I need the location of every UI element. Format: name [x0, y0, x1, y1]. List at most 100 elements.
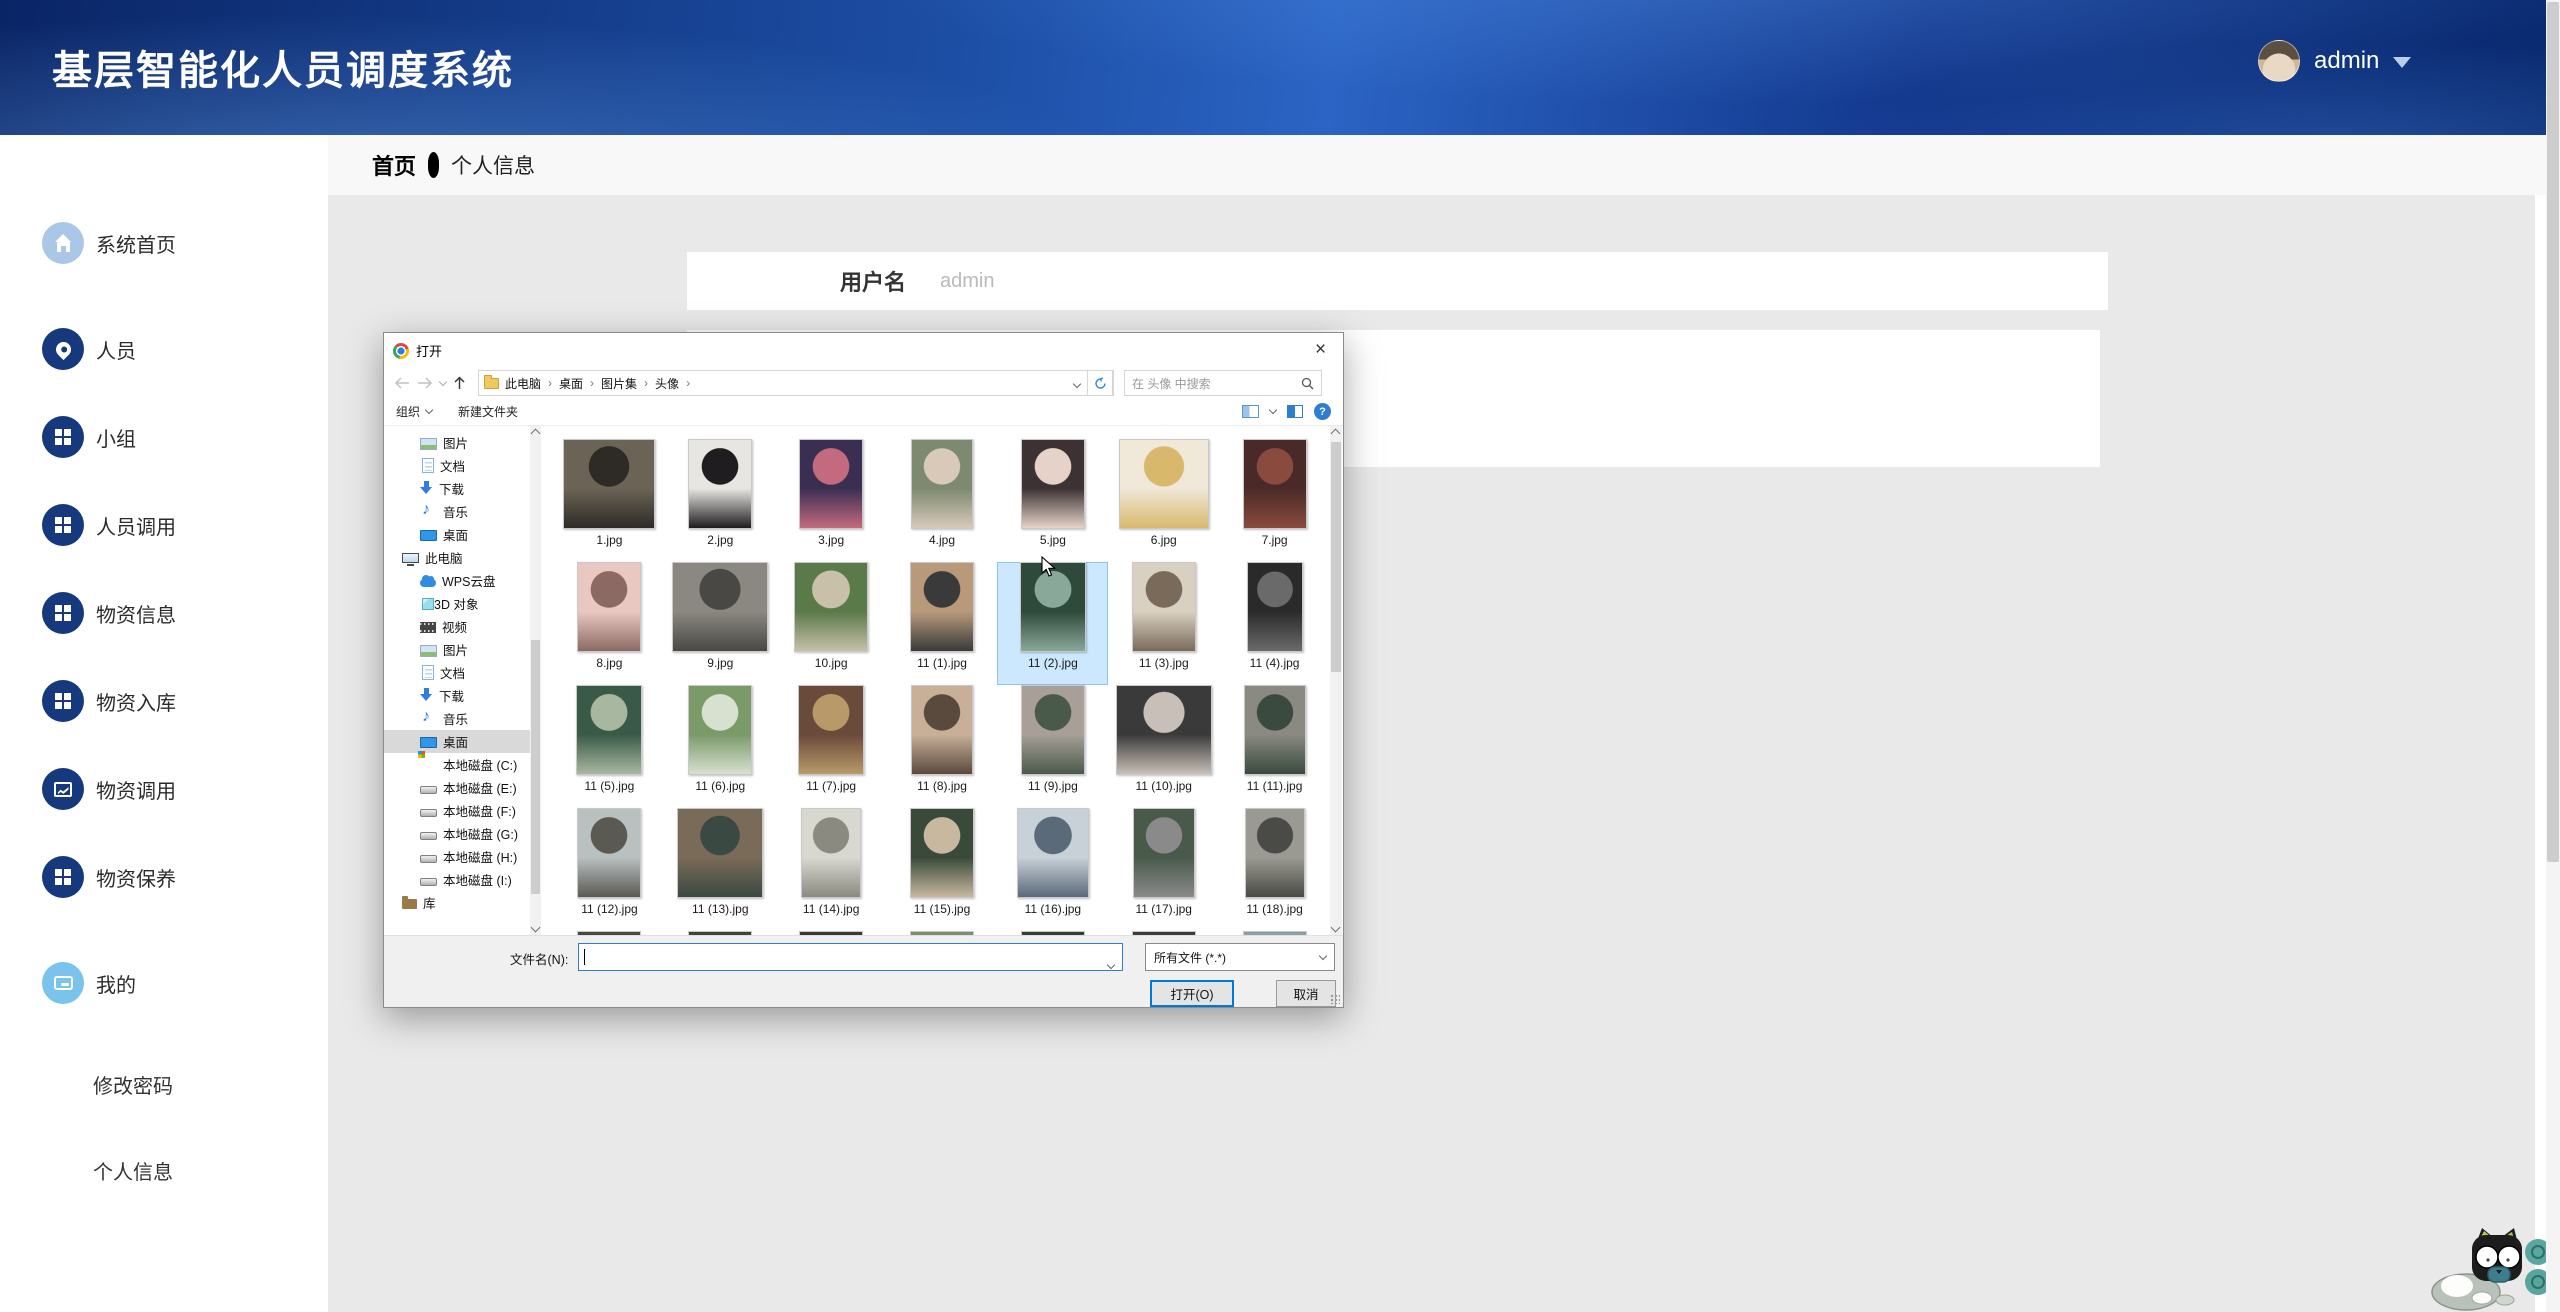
address-crumb[interactable]: 桌面: [559, 375, 583, 392]
views-chevron-icon[interactable]: [1269, 406, 1277, 414]
change-view-icon[interactable]: [1242, 405, 1259, 418]
tree-item[interactable]: 本地磁盘 (E:): [384, 776, 530, 799]
sidebar-subitem-profile[interactable]: 个人信息: [0, 1127, 328, 1213]
address-crumb[interactable]: 此电脑: [505, 375, 541, 392]
tree-item[interactable]: 音乐: [384, 707, 530, 730]
tree-item[interactable]: 图片: [384, 638, 530, 661]
file-item[interactable]: 11 (14).jpg: [776, 808, 887, 931]
tree-item[interactable]: 3D 对象: [384, 592, 530, 615]
refresh-icon[interactable]: [1087, 370, 1113, 396]
sidebar-item-material-inbound[interactable]: 物资入库: [0, 657, 328, 745]
file-item[interactable]: 6.jpg: [1108, 439, 1219, 562]
file-item[interactable]: 11 (4).jpg: [1219, 562, 1330, 685]
tree-item[interactable]: 桌面: [384, 730, 530, 753]
file-item[interactable]: 4.jpg: [887, 439, 998, 562]
tree-item[interactable]: 本地磁盘 (G:): [384, 822, 530, 845]
file-item[interactable]: 5.jpg: [997, 439, 1108, 562]
cat-mascot[interactable]: [2430, 1220, 2546, 1312]
file-item[interactable]: 11 (16).jpg: [997, 808, 1108, 931]
scroll-up-icon[interactable]: [1331, 429, 1341, 439]
tree-item[interactable]: 此电脑: [384, 546, 530, 569]
file-item[interactable]: 11 (12).jpg: [554, 808, 665, 931]
scroll-down-icon[interactable]: [531, 923, 541, 933]
filename-input[interactable]: [578, 943, 1123, 971]
tree-item[interactable]: 本地磁盘 (C:): [384, 753, 530, 776]
sidebar-item-group[interactable]: 小组: [0, 393, 328, 481]
address-crumb[interactable]: 头像: [655, 375, 679, 392]
cancel-button[interactable]: 取消: [1276, 980, 1336, 1007]
sidebar-item-personnel-dispatch[interactable]: 人员调用: [0, 481, 328, 569]
address-crumbs[interactable]: 此电脑›桌面›图片集›头像›: [505, 375, 1074, 392]
up-icon[interactable]: [453, 376, 466, 390]
tree-item[interactable]: 文档: [384, 454, 530, 477]
username-input[interactable]: admin: [940, 270, 994, 293]
sidebar-item-personnel[interactable]: 人员: [0, 305, 328, 393]
close-icon[interactable]: ×: [1298, 333, 1343, 367]
file-item[interactable]: 11 (13).jpg: [665, 808, 776, 931]
scroll-down-icon[interactable]: [1331, 923, 1341, 933]
file-item[interactable]: 11 (3).jpg: [1108, 562, 1219, 685]
filename-chevron-icon[interactable]: [1108, 955, 1114, 973]
tree-item[interactable]: 本地磁盘 (H:): [384, 845, 530, 868]
file-item[interactable]: 11 (1).jpg: [887, 562, 998, 685]
page-scrollbar[interactable]: [2546, 0, 2560, 1312]
tree-item[interactable]: 音乐: [384, 500, 530, 523]
preview-pane-icon[interactable]: [1287, 405, 1303, 418]
address-crumb[interactable]: 图片集: [601, 375, 637, 392]
filetype-select[interactable]: 所有文件 (*.*): [1145, 943, 1335, 971]
sidebar-subitem-change-password[interactable]: 修改密码: [0, 1041, 328, 1127]
tree-item[interactable]: 下载: [384, 477, 530, 500]
tree-item[interactable]: 文档: [384, 661, 530, 684]
user-avatar[interactable]: [2258, 40, 2300, 82]
tree-item[interactable]: 视频: [384, 615, 530, 638]
file-item[interactable]: 11 (7).jpg: [776, 685, 887, 808]
address-chevron-icon[interactable]: [1074, 374, 1080, 392]
resize-grip[interactable]: [1330, 994, 1340, 1004]
file-item[interactable]: 11 (5).jpg: [554, 685, 665, 808]
file-item[interactable]: 11 (10).jpg: [1108, 685, 1219, 808]
back-icon[interactable]: [394, 377, 410, 389]
help-icon[interactable]: ?: [1314, 403, 1331, 420]
file-item[interactable]: 11 (17).jpg: [1108, 808, 1219, 931]
file-item[interactable]: 1.jpg: [554, 439, 665, 562]
breadcrumb-home[interactable]: 首页: [372, 149, 416, 181]
history-chevron-icon[interactable]: [440, 382, 446, 385]
file-item[interactable]: 3.jpg: [776, 439, 887, 562]
file-item[interactable]: 10.jpg: [776, 562, 887, 685]
tree-item[interactable]: 本地磁盘 (I:): [384, 868, 530, 891]
tree-item[interactable]: WPS云盘: [384, 569, 530, 592]
tree-item[interactable]: 桌面: [384, 523, 530, 546]
file-item[interactable]: 8.jpg: [554, 562, 665, 685]
sidebar-item-material-maintain[interactable]: 物资保养: [0, 833, 328, 921]
search-input[interactable]: 在 头像 中搜索: [1124, 370, 1322, 396]
tree-item[interactable]: 本地磁盘 (F:): [384, 799, 530, 822]
open-button[interactable]: 打开(O): [1150, 980, 1234, 1007]
sidebar-item-material-info[interactable]: 物资信息: [0, 569, 328, 657]
file-item[interactable]: 11 (18).jpg: [1219, 808, 1330, 931]
address-bar[interactable]: 此电脑›桌面›图片集›头像›: [478, 370, 1114, 396]
new-folder-button[interactable]: 新建文件夹: [458, 403, 518, 420]
file-item[interactable]: 11 (6).jpg: [665, 685, 776, 808]
file-item[interactable]: 11 (8).jpg: [887, 685, 998, 808]
grid-scrollbar[interactable]: [1330, 426, 1342, 935]
file-item[interactable]: 11 (9).jpg: [997, 685, 1108, 808]
breadcrumb: 首页 个人信息: [328, 135, 2546, 195]
scroll-up-icon[interactable]: [531, 429, 541, 439]
sidebar-item-mine[interactable]: 我的: [0, 939, 328, 1027]
tree-item[interactable]: 图片: [384, 431, 530, 454]
file-item[interactable]: 2.jpg: [665, 439, 776, 562]
file-item[interactable]: 11 (15).jpg: [887, 808, 998, 931]
tree-item[interactable]: 下载: [384, 684, 530, 707]
file-item[interactable]: 11 (11).jpg: [1219, 685, 1330, 808]
file-item[interactable]: 9.jpg: [665, 562, 776, 685]
file-item[interactable]: 11 (2).jpg: [997, 562, 1108, 685]
tree-scrollbar[interactable]: [530, 426, 541, 935]
sidebar-item-material-dispatch[interactable]: 物资调用: [0, 745, 328, 833]
forward-icon[interactable]: [417, 377, 433, 389]
user-menu[interactable]: admin: [2258, 40, 2411, 82]
dialog-titlebar[interactable]: 打开 ×: [384, 333, 1343, 368]
file-item[interactable]: 7.jpg: [1219, 439, 1330, 562]
organize-button[interactable]: 组织: [396, 403, 432, 420]
tree-item[interactable]: 库: [384, 891, 530, 914]
sidebar-item-home[interactable]: 系统首页: [0, 199, 328, 287]
